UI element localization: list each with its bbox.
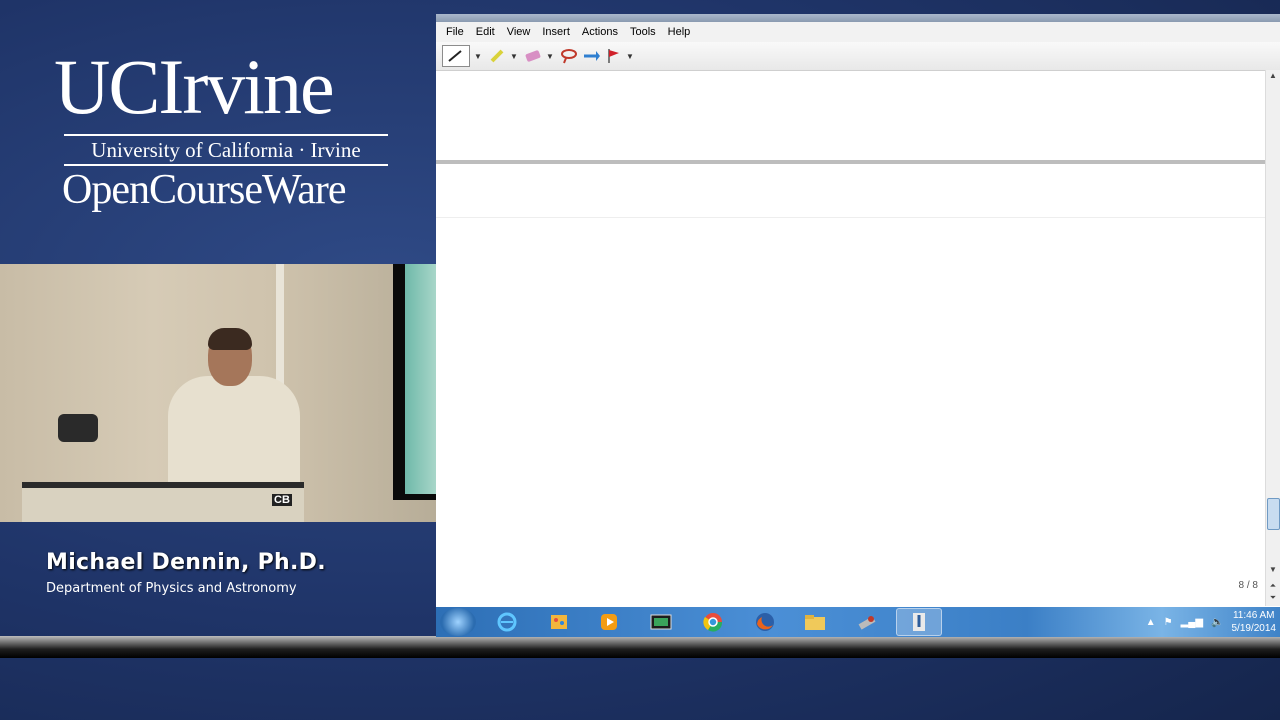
menu-insert[interactable]: Insert (536, 26, 576, 38)
logo-ocw-text: OpenCourseWare (62, 167, 347, 213)
system-clock[interactable]: 11:46 AM 5/19/2014 (1232, 609, 1277, 635)
start-button[interactable] (440, 608, 476, 636)
journal-window: File Edit View Insert Actions Tools Help… (436, 14, 1280, 608)
page-up-icon[interactable]: ⏶ (1267, 580, 1279, 592)
menu-edit[interactable]: Edit (470, 26, 501, 38)
menu-tools[interactable]: Tools (624, 26, 662, 38)
page-separator (436, 160, 1266, 164)
tool-icon[interactable] (844, 608, 890, 636)
menu-view[interactable]: View (501, 26, 537, 38)
pen-icon[interactable] (442, 45, 470, 67)
scroll-down-icon[interactable]: ▼ (1267, 564, 1279, 576)
lecturer-figure (168, 376, 300, 486)
document-camera (58, 414, 98, 442)
page-counter: 8 / 8 (1238, 580, 1258, 591)
lecture-video-feed: CB (0, 264, 436, 522)
firefox-icon[interactable] (742, 608, 788, 636)
screen-icon[interactable] (638, 608, 684, 636)
eraser-icon[interactable] (524, 46, 542, 66)
system-tray: ▲ ⚑ ▂▄▆ 🔈 11:46 AM 5/19/2014 (1146, 609, 1276, 635)
lasso-icon[interactable] (560, 46, 578, 66)
clock-date: 5/19/2014 (1231, 623, 1277, 634)
file-explorer-icon[interactable] (792, 608, 838, 636)
flag-icon[interactable] (604, 46, 622, 66)
flag-dropdown-icon[interactable]: ▼ (626, 52, 636, 61)
volume-icon[interactable]: 🔈 (1211, 617, 1223, 628)
lectern (22, 482, 304, 522)
logo-main-text: UCIrvine (54, 43, 335, 130)
projection-screen-glow (405, 264, 436, 494)
show-hidden-icons-icon[interactable]: ▲ (1146, 617, 1156, 628)
bottom-frame-bar (0, 636, 1280, 658)
scroll-thumb[interactable] (1267, 498, 1280, 530)
menu-file[interactable]: File (440, 26, 470, 38)
logo-university-text: University of California · Irvine (91, 138, 361, 162)
media-player-icon[interactable] (586, 608, 632, 636)
window-titlebar (436, 14, 1280, 22)
vertical-scrollbar[interactable]: ▲ ▼ ⏶ ⏷ (1265, 70, 1280, 606)
windows-taskbar: ▲ ⚑ ▂▄▆ 🔈 11:46 AM 5/19/2014 (436, 607, 1280, 637)
highlighter-icon[interactable] (488, 46, 506, 66)
menu-bar: File Edit View Insert Actions Tools Help (436, 22, 1280, 42)
highlighter-dropdown-icon[interactable]: ▼ (510, 52, 520, 61)
paint-icon[interactable] (536, 608, 582, 636)
speaker-name: Michael Dennin, Ph.D. (46, 550, 326, 575)
page-down-icon[interactable]: ⏷ (1267, 592, 1279, 604)
speaker-lower-third: Michael Dennin, Ph.D. Department of Phys… (46, 550, 326, 596)
scroll-up-icon[interactable]: ▲ (1267, 70, 1279, 82)
clock-time: 11:46 AM (1232, 610, 1275, 621)
pen-toolbar: ▼ ▼ ▼ ▼ (436, 42, 1280, 71)
caption-badge: CB (272, 494, 292, 506)
pen-dropdown-icon[interactable]: ▼ (474, 52, 484, 61)
action-center-flag-icon[interactable]: ⚑ (1164, 617, 1173, 628)
ucirvine-ocw-logo: UCIrvine University of California · Irvi… (0, 0, 436, 262)
chrome-icon[interactable] (690, 608, 736, 636)
eraser-dropdown-icon[interactable]: ▼ (546, 52, 556, 61)
network-icon[interactable]: ▂▄▆ (1181, 617, 1203, 628)
ruled-line (436, 217, 1266, 218)
menu-help[interactable]: Help (662, 26, 697, 38)
lecturer-hair (208, 328, 252, 350)
logo-divider (64, 134, 388, 136)
menu-actions[interactable]: Actions (576, 26, 624, 38)
insert-space-icon[interactable] (582, 46, 600, 66)
speaker-department: Department of Physics and Astronomy (46, 581, 297, 596)
journal-icon[interactable] (896, 608, 942, 636)
internet-explorer-icon[interactable] (484, 608, 530, 636)
